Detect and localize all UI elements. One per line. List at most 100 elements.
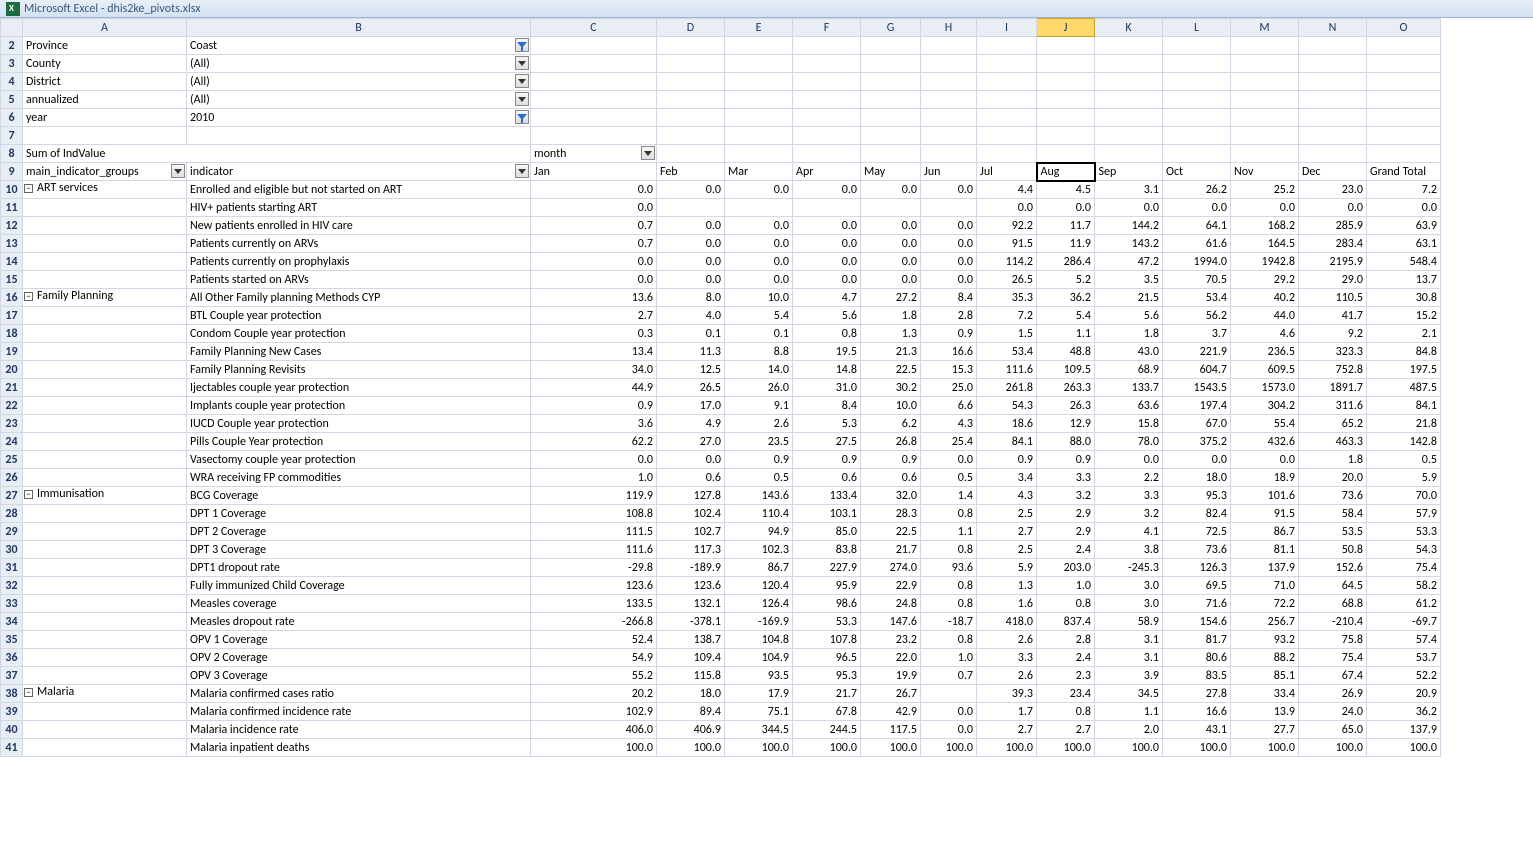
data-cell[interactable]: 12.9 [1037, 415, 1095, 433]
data-cell[interactable]: -29.8 [531, 559, 657, 577]
data-cell[interactable]: 7.2 [977, 307, 1037, 325]
data-cell[interactable]: 3.3 [977, 649, 1037, 667]
data-cell[interactable]: 100.0 [1163, 739, 1231, 757]
month-header[interactable]: Oct [1163, 163, 1231, 181]
data-cell[interactable]: 34.5 [1095, 685, 1163, 703]
data-cell[interactable]: 43.0 [1095, 343, 1163, 361]
indicator-cell[interactable]: New patients enrolled in HIV care [187, 217, 531, 235]
data-cell[interactable]: 19.5 [793, 343, 861, 361]
data-cell[interactable]: 143.6 [725, 487, 793, 505]
row-header[interactable]: 11 [1, 199, 23, 217]
month-header[interactable]: Jun [921, 163, 977, 181]
data-cell[interactable]: 0.0 [1367, 199, 1441, 217]
indicator-cell[interactable]: Vasectomy couple year protection [187, 451, 531, 469]
data-cell[interactable]: 548.4 [1367, 253, 1441, 271]
data-cell[interactable]: 133.7 [1095, 379, 1163, 397]
data-cell[interactable]: 5.4 [1037, 307, 1095, 325]
data-cell[interactable]: 17.9 [725, 685, 793, 703]
row-header[interactable]: 7 [1, 127, 23, 145]
filter-dropdown-icon[interactable] [515, 92, 529, 106]
filter-dropdown-icon[interactable] [515, 38, 529, 52]
data-cell[interactable]: 0.0 [977, 199, 1037, 217]
data-cell[interactable]: 21.8 [1367, 415, 1441, 433]
data-cell[interactable]: 57.4 [1367, 631, 1441, 649]
data-cell[interactable]: 4.3 [977, 487, 1037, 505]
data-cell[interactable]: 52.2 [1367, 667, 1441, 685]
data-cell[interactable]: 127.8 [657, 487, 725, 505]
data-cell[interactable]: 17.0 [657, 397, 725, 415]
column-header-E[interactable]: E [725, 19, 793, 37]
column-header-J[interactable]: J [1037, 19, 1095, 37]
group-cell[interactable]: −ART services [23, 181, 187, 199]
data-cell[interactable]: 80.6 [1163, 649, 1231, 667]
data-cell[interactable]: 100.0 [725, 739, 793, 757]
data-cell[interactable]: 3.7 [1163, 325, 1231, 343]
data-cell[interactable]: 53.3 [793, 613, 861, 631]
data-cell[interactable]: 26.9 [1299, 685, 1367, 703]
data-cell[interactable]: 11.3 [657, 343, 725, 361]
data-cell[interactable]: 0.0 [1231, 451, 1299, 469]
data-cell[interactable]: 21.7 [861, 541, 921, 559]
data-cell[interactable]: 72.5 [1163, 523, 1231, 541]
data-cell[interactable]: 2.1 [1367, 325, 1441, 343]
data-cell[interactable]: 2.8 [1037, 631, 1095, 649]
data-cell[interactable]: 0.0 [793, 181, 861, 199]
data-cell[interactable]: 58.4 [1299, 505, 1367, 523]
data-cell[interactable]: 0.0 [1163, 451, 1231, 469]
data-cell[interactable]: 111.5 [531, 523, 657, 541]
data-cell[interactable]: 21.3 [861, 343, 921, 361]
data-cell[interactable]: 406.9 [657, 721, 725, 739]
data-cell[interactable]: 63.1 [1367, 235, 1441, 253]
data-cell[interactable]: 0.0 [657, 253, 725, 271]
data-cell[interactable]: 0.0 [921, 703, 977, 721]
data-cell[interactable]: 1.3 [861, 325, 921, 343]
data-cell[interactable]: 274.0 [861, 559, 921, 577]
indicator-cell[interactable]: Malaria confirmed cases ratio [187, 685, 531, 703]
data-cell[interactable]: 67.0 [1163, 415, 1231, 433]
filter-dropdown-icon[interactable] [515, 110, 529, 124]
data-cell[interactable]: 27.0 [657, 433, 725, 451]
collapse-icon[interactable]: − [24, 184, 33, 193]
data-cell[interactable]: 62.2 [531, 433, 657, 451]
data-cell[interactable]: 5.9 [977, 559, 1037, 577]
indicator-cell[interactable]: DPT 3 Coverage [187, 541, 531, 559]
data-cell[interactable]: 110.5 [1299, 289, 1367, 307]
data-cell[interactable]: 3.5 [1095, 271, 1163, 289]
data-cell[interactable]: 109.4 [657, 649, 725, 667]
filter-value[interactable]: (All) [187, 73, 531, 91]
indicator-cell[interactable]: Patients started on ARVs [187, 271, 531, 289]
data-cell[interactable]: 2.3 [1037, 667, 1095, 685]
data-cell[interactable]: 144.2 [1095, 217, 1163, 235]
data-cell[interactable]: 137.9 [1367, 721, 1441, 739]
data-cell[interactable]: 1.6 [977, 595, 1037, 613]
data-cell[interactable]: 133.5 [531, 595, 657, 613]
data-cell[interactable]: 227.9 [793, 559, 861, 577]
indicator-cell[interactable]: Family Planning Revisits [187, 361, 531, 379]
data-cell[interactable]: 3.4 [977, 469, 1037, 487]
data-cell[interactable]: 6.2 [861, 415, 921, 433]
data-cell[interactable]: 13.7 [1367, 271, 1441, 289]
data-cell[interactable]: 418.0 [977, 613, 1037, 631]
data-cell[interactable]: 55.4 [1231, 415, 1299, 433]
data-cell[interactable]: 75.1 [725, 703, 793, 721]
data-cell[interactable]: 16.6 [921, 343, 977, 361]
data-cell[interactable]: 47.2 [1095, 253, 1163, 271]
data-cell[interactable]: 72.2 [1231, 595, 1299, 613]
column-header-C[interactable]: C [531, 19, 657, 37]
data-cell[interactable]: 0.9 [725, 451, 793, 469]
data-cell[interactable]: 4.7 [793, 289, 861, 307]
data-cell[interactable]: 32.0 [861, 487, 921, 505]
data-cell[interactable]: 344.5 [725, 721, 793, 739]
data-cell[interactable]: 133.4 [793, 487, 861, 505]
row-header[interactable]: 14 [1, 253, 23, 271]
data-cell[interactable]: 311.6 [1299, 397, 1367, 415]
data-cell[interactable]: 41.7 [1299, 307, 1367, 325]
data-cell[interactable]: 4.6 [1231, 325, 1299, 343]
data-cell[interactable]: 109.5 [1037, 361, 1095, 379]
data-cell[interactable]: 0.0 [921, 271, 977, 289]
data-cell[interactable]: -189.9 [657, 559, 725, 577]
data-cell[interactable]: 2.9 [1037, 523, 1095, 541]
data-cell[interactable]: 25.0 [921, 379, 977, 397]
data-cell[interactable]: 0.0 [1163, 199, 1231, 217]
data-cell[interactable]: 244.5 [793, 721, 861, 739]
